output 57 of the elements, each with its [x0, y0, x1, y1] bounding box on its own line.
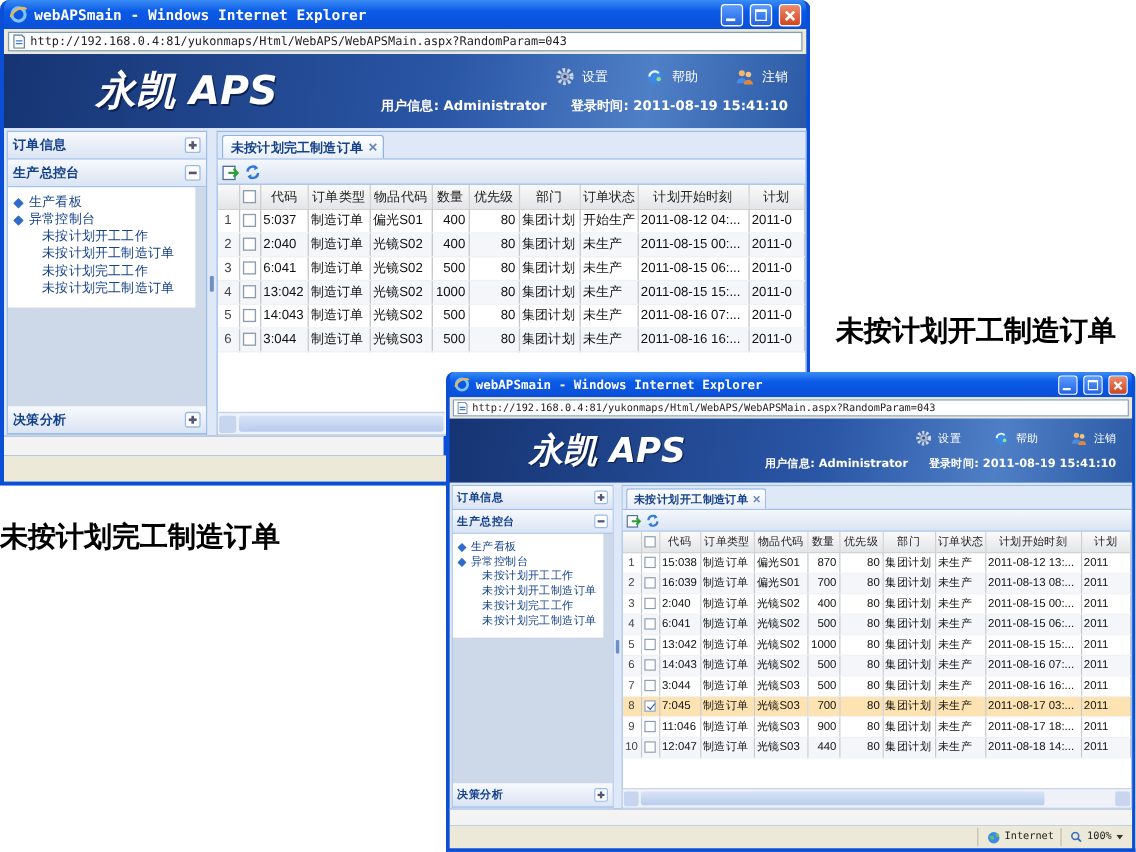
checkbox[interactable]: [242, 189, 257, 203]
checkbox[interactable]: [242, 332, 256, 346]
users-icon: [735, 67, 754, 86]
toggle-button[interactable]: [594, 514, 608, 529]
close-button[interactable]: [778, 3, 802, 26]
close-icon[interactable]: [752, 495, 761, 504]
refresh-icon[interactable]: [645, 512, 661, 528]
splitter-handle[interactable]: [615, 639, 620, 654]
zoom-icon: [1071, 831, 1083, 843]
checkbox[interactable]: [242, 308, 256, 322]
browser-icon: [454, 376, 470, 393]
page-icon: [457, 401, 468, 415]
checkbox[interactable]: [643, 597, 656, 609]
horizontal-scrollbar[interactable]: [217, 411, 445, 435]
checkbox[interactable]: [643, 679, 656, 692]
help-icon: [645, 67, 664, 86]
export-icon[interactable]: [626, 512, 641, 528]
help-icon: [993, 430, 1010, 447]
toggle-button[interactable]: [184, 165, 201, 181]
page-icon: [13, 34, 26, 49]
maximize-button[interactable]: [749, 3, 773, 26]
checkbox[interactable]: [242, 213, 256, 227]
minimize-button[interactable]: [1058, 374, 1078, 395]
checkbox[interactable]: [643, 659, 656, 671]
minimize-button[interactable]: [720, 3, 744, 26]
checkbox[interactable]: [643, 720, 656, 733]
toggle-button[interactable]: [594, 490, 608, 505]
maximize-button[interactable]: [1083, 374, 1103, 395]
checkbox[interactable]: [643, 700, 656, 712]
figure-caption: 未按计划开工制造订单: [836, 316, 1116, 348]
figure-caption: 未按计划完工制造订单: [0, 522, 280, 554]
checkbox[interactable]: [242, 284, 256, 299]
checkbox[interactable]: [242, 261, 256, 275]
app-logo: 永凯 APS: [96, 66, 280, 119]
app-logo: 永凯 APS: [529, 428, 688, 475]
users-icon: [1070, 430, 1087, 447]
close-icon[interactable]: [368, 142, 378, 152]
checkbox[interactable]: [643, 577, 656, 589]
checkbox[interactable]: [643, 741, 656, 753]
export-icon[interactable]: [221, 163, 239, 181]
checkbox[interactable]: [644, 535, 656, 548]
gear-icon: [555, 67, 575, 86]
toggle-button[interactable]: [184, 137, 201, 154]
toggle-button[interactable]: [594, 788, 608, 802]
refresh-icon[interactable]: [244, 163, 262, 181]
globe-icon: [987, 830, 1000, 844]
checkbox[interactable]: [643, 618, 656, 630]
browser-icon: [9, 5, 28, 24]
close-button[interactable]: [1108, 374, 1128, 395]
horizontal-scrollbar[interactable]: [622, 788, 1132, 808]
splitter-handle[interactable]: [209, 275, 214, 292]
checkbox[interactable]: [643, 638, 656, 650]
caret-icon[interactable]: [1116, 834, 1124, 840]
toggle-button[interactable]: [184, 411, 201, 428]
gear-icon: [915, 430, 932, 447]
checkbox[interactable]: [643, 556, 656, 568]
checkbox[interactable]: [242, 237, 256, 251]
